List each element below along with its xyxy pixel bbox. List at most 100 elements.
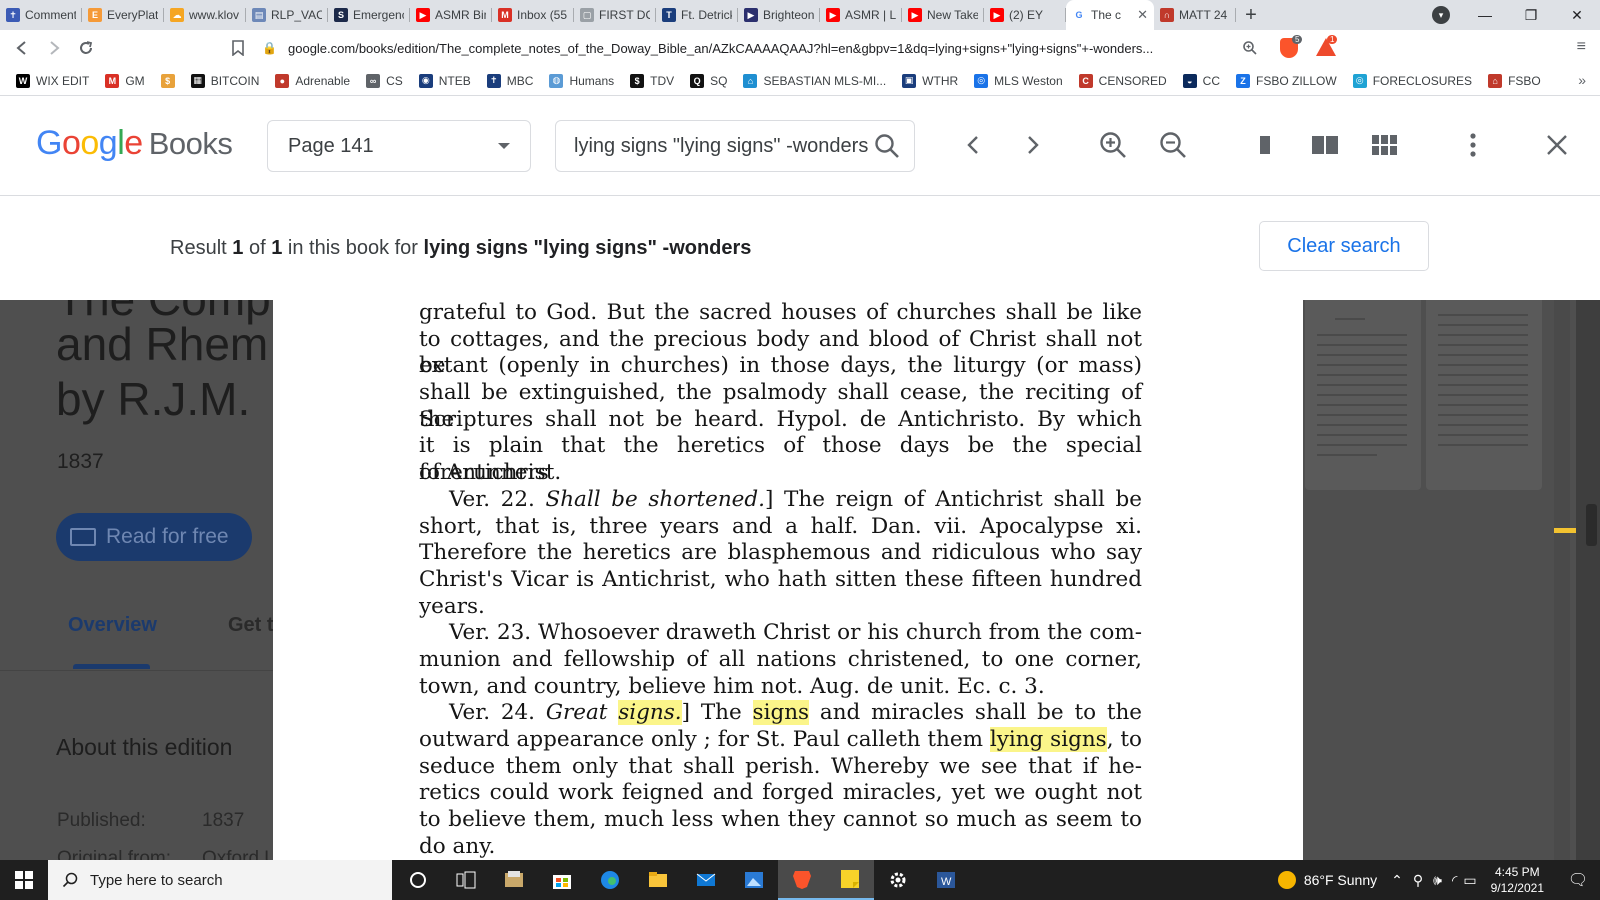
bookmark-2[interactable]: $ (155, 69, 181, 93)
system-clock[interactable]: 4:45 PM 9/12/2021 (1479, 864, 1556, 896)
close-window-icon[interactable]: ✕ (1554, 7, 1600, 24)
tab-6[interactable]: M Inbox (55 (492, 0, 574, 30)
new-tab-button[interactable]: + (1236, 0, 1266, 30)
bookmark-16[interactable]: Z FSBO ZILLOW (1230, 69, 1343, 93)
page-scrollbar[interactable] (1576, 300, 1600, 860)
page-selector[interactable]: Page 141 (267, 120, 531, 172)
bookmark-7[interactable]: ✝ MBC (481, 69, 540, 93)
network-icon[interactable]: ⚲ (1413, 872, 1423, 889)
tab-13[interactable]: G The c ✕ (1066, 0, 1154, 30)
tab-11[interactable]: ▶ New Take (902, 0, 984, 30)
page-thumbnail[interactable] (1305, 300, 1421, 490)
read-for-free-button[interactable]: Read for free (56, 513, 252, 561)
bookmark-11[interactable]: ⌂ SEBASTIAN MLS-MI... (737, 69, 892, 93)
tab-title: Comment (25, 8, 76, 22)
tab-3[interactable]: ▤ RLP_VACC (246, 0, 328, 30)
zoom-in-icon[interactable] (1098, 130, 1128, 160)
book-search-input[interactable] (574, 134, 874, 158)
tab-search-icon[interactable]: ▾ (1432, 6, 1450, 24)
edge-icon[interactable] (586, 860, 634, 900)
tab-12[interactable]: ▶ (2) EY (984, 0, 1066, 30)
tray-chevron-icon[interactable]: ⌃ (1391, 872, 1403, 889)
tab-4[interactable]: S Emergenc (328, 0, 410, 30)
previous-result-icon[interactable] (958, 130, 988, 160)
tab-10[interactable]: ▶ ASMR | L (820, 0, 902, 30)
tab-9[interactable]: ▶ Brighteon (738, 0, 820, 30)
forward-icon[interactable] (38, 32, 70, 64)
search-hit-marker[interactable] (1554, 528, 1576, 533)
bookmark-17[interactable]: ◎ FORECLOSURES (1347, 69, 1478, 93)
volume-icon[interactable]: 🕪 (1433, 872, 1442, 889)
tab-overview[interactable]: Overview (68, 614, 157, 637)
photos-icon[interactable] (730, 860, 778, 900)
settings-icon[interactable] (874, 860, 922, 900)
tab-5[interactable]: ▶ ASMR Bin (410, 0, 492, 30)
sticky-notes-icon[interactable] (826, 860, 874, 900)
taskbar-search-box[interactable]: Type here to search (48, 860, 392, 900)
explorer-icon[interactable] (634, 860, 682, 900)
reload-icon[interactable] (70, 32, 102, 64)
brave-icon[interactable] (778, 860, 826, 900)
bookmark-6[interactable]: ◉ NTEB (413, 69, 477, 93)
bookmarks-overflow-icon[interactable]: » (1578, 72, 1586, 88)
battery-icon[interactable]: ▭ (1463, 872, 1476, 889)
tab-14[interactable]: ∩ MATT 24 (1154, 0, 1236, 30)
bookmark-0[interactable]: W WIX EDIT (10, 69, 95, 93)
store-icon[interactable] (538, 860, 586, 900)
result-scroll-track[interactable] (1554, 300, 1570, 860)
word-icon[interactable]: W (922, 860, 970, 900)
windows-start-icon[interactable] (0, 860, 48, 900)
single-page-view-icon[interactable] (1250, 130, 1280, 160)
clear-search-button[interactable]: Clear search (1259, 221, 1429, 271)
files-icon[interactable] (490, 860, 538, 900)
browser-menu-icon[interactable]: ≡ (1577, 38, 1586, 56)
back-icon[interactable] (6, 32, 38, 64)
weather-icon[interactable] (1277, 871, 1296, 889)
bookmark-18[interactable]: ⌂ FSBO (1482, 69, 1547, 93)
bookmark-12[interactable]: ▣ WTHR (896, 69, 964, 93)
page-thumbnail[interactable] (1426, 300, 1542, 490)
scanned-book-page[interactable]: grateful to God. But the sacred houses o… (273, 300, 1303, 860)
book-search-box[interactable] (555, 120, 915, 172)
bookmark-1[interactable]: M GM (99, 69, 150, 93)
url-text[interactable]: google.com/books/edition/The_complete_no… (288, 41, 1292, 56)
bookmark-10[interactable]: Q SQ (684, 69, 733, 93)
mail-icon[interactable] (682, 860, 730, 900)
minimize-icon[interactable]: — (1462, 7, 1508, 23)
lock-icon[interactable]: 🔒 (262, 41, 278, 55)
page-scrollbar-thumb[interactable] (1586, 504, 1597, 546)
tab-get-this-book[interactable]: Get t (228, 614, 274, 637)
more-options-icon[interactable] (1458, 130, 1488, 160)
close-tab-icon[interactable]: ✕ (1137, 7, 1148, 23)
bookmark-15[interactable]: ◒ CC (1177, 69, 1226, 93)
notifications-icon[interactable]: 🗨 (1556, 870, 1600, 890)
zoom-indicator-icon[interactable] (1242, 40, 1258, 61)
next-result-icon[interactable] (1018, 130, 1048, 160)
bookmark-9[interactable]: $ TDV (624, 69, 680, 93)
weather-text[interactable]: 86°F Sunny (1304, 872, 1377, 888)
tab-8[interactable]: T Ft. Detrick (656, 0, 738, 30)
bookmark-3[interactable]: ▦ BITCOIN (185, 69, 266, 93)
bookmark-8[interactable]: ◍ Humans (543, 69, 620, 93)
google-books-logo[interactable]: Google Books (36, 124, 233, 163)
restore-icon[interactable]: ❐ (1508, 7, 1554, 24)
bookmark-page-icon[interactable] (222, 32, 254, 64)
task-view-icon[interactable] (442, 860, 490, 900)
search-icon[interactable] (874, 133, 900, 164)
scan-line: outward appearance only ; for St. Paul c… (419, 727, 1142, 754)
tab-1[interactable]: E EveryPlate (82, 0, 164, 30)
address-bar[interactable]: 🔒 google.com/books/edition/The_complete_… (262, 33, 1292, 63)
bookmark-5[interactable]: ∞ CS (360, 69, 409, 93)
bookmark-4[interactable]: ● Adrenable (269, 69, 356, 93)
zoom-out-icon[interactable] (1158, 130, 1188, 160)
grid-view-icon[interactable] (1370, 130, 1400, 160)
tab-7[interactable]: ▢ FIRST DO (574, 0, 656, 30)
two-page-view-icon[interactable] (1310, 130, 1340, 160)
bookmark-14[interactable]: C CENSORED (1073, 69, 1173, 93)
wifi-icon[interactable]: ◜ (1452, 872, 1457, 889)
tab-2[interactable]: ☁ www.klov (164, 0, 246, 30)
bookmark-13[interactable]: ◎ MLS Weston (968, 69, 1068, 93)
close-reader-icon[interactable] (1542, 130, 1572, 160)
tab-0[interactable]: ✝ Comment (0, 0, 82, 30)
cortana-icon[interactable] (394, 860, 442, 900)
